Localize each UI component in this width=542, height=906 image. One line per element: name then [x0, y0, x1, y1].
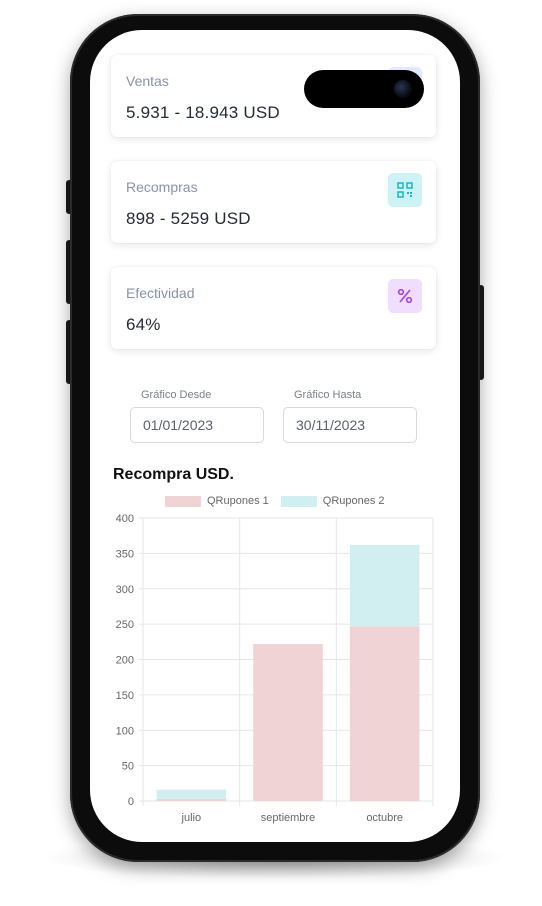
qr-code-icon — [388, 173, 422, 207]
to-date-input[interactable]: 30/11/2023 — [283, 407, 417, 443]
bar-octubre-series-2 — [349, 544, 420, 627]
y-tick-label: 350 — [116, 548, 134, 560]
phone-screen: Ventas 5.931 - 18.943 USD Recompras 898 … — [90, 30, 460, 842]
card-label: Recompras — [126, 179, 198, 195]
legend-swatch — [165, 495, 201, 507]
y-tick-label: 300 — [116, 584, 134, 596]
repurchases-card: Recompras 898 - 5259 USD — [111, 161, 436, 243]
y-tick-label: 400 — [116, 513, 134, 525]
from-date-label: Gráfico Desde — [141, 389, 212, 401]
card-value: 64% — [126, 315, 161, 334]
bar-julio-series-1 — [156, 798, 227, 801]
bar-octubre-series-1 — [349, 626, 420, 801]
legend-label: QRupones 1 — [207, 495, 269, 507]
x-tick-label: julio — [181, 812, 202, 824]
y-tick-label: 150 — [116, 690, 134, 702]
y-tick-label: 100 — [116, 725, 134, 737]
effectiveness-card: Efectividad 64% — [111, 267, 436, 349]
card-value: 5.931 - 18.943 USD — [126, 103, 280, 122]
legend-item-series-2[interactable]: QRupones 2 — [280, 495, 385, 507]
card-value: 898 - 5259 USD — [126, 209, 251, 228]
dynamic-island — [304, 70, 424, 108]
chart-title: Recompra USD. — [113, 466, 234, 483]
camera-icon — [394, 80, 412, 98]
x-tick-label: septiembre — [261, 812, 315, 824]
legend-swatch — [280, 495, 317, 507]
percent-icon — [388, 279, 422, 313]
bar-julio-series-2 — [156, 789, 227, 799]
x-tick-label: octubre — [366, 812, 403, 824]
legend-item-series-1[interactable]: QRupones 1 — [165, 495, 269, 507]
card-label: Ventas — [126, 73, 169, 89]
card-label: Efectividad — [126, 285, 195, 301]
bar-septiembre-series-1 — [253, 643, 323, 801]
chart-legend: QRupones 1 QRupones 2 — [165, 494, 397, 508]
y-tick-label: 200 — [116, 655, 134, 667]
y-tick-label: 0 — [128, 796, 134, 808]
legend-label: QRupones 2 — [322, 495, 385, 507]
bar-chart: 0 50 100 150 200 250 300 350 400 julio septiembre o… — [116, 513, 434, 824]
to-date-label: Gráfico Hasta — [294, 389, 362, 401]
from-date-input[interactable]: 01/01/2023 — [130, 407, 264, 443]
y-tick-label: 50 — [122, 761, 134, 773]
y-tick-label: 250 — [116, 619, 134, 631]
